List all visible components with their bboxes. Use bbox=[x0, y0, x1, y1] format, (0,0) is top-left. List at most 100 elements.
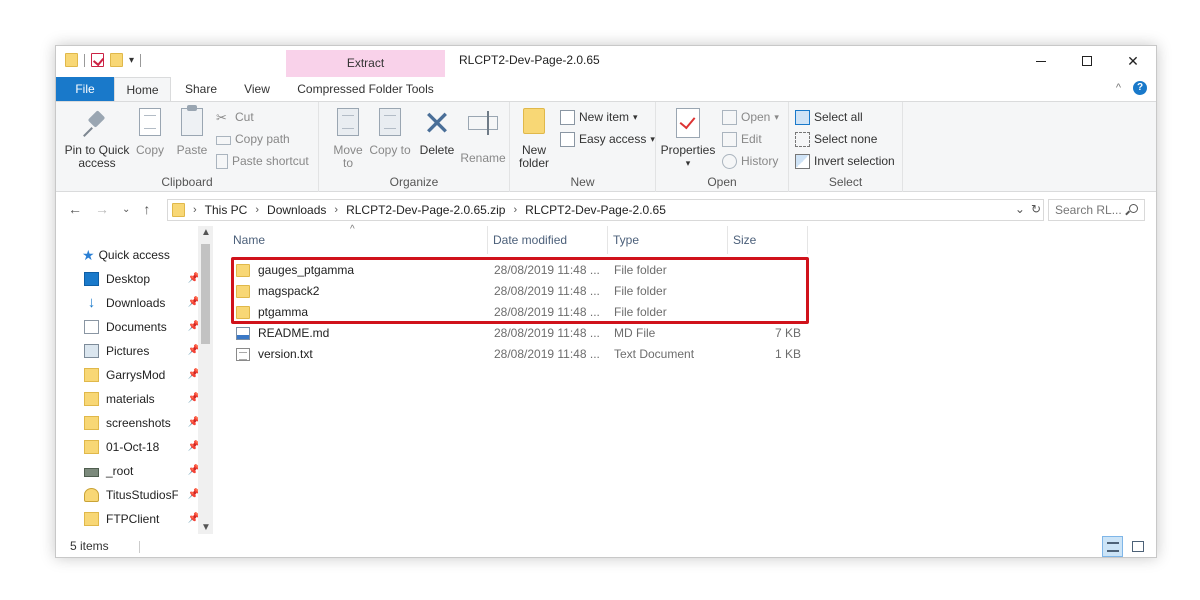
nav-item-screenshots[interactable]: screenshots 📌 bbox=[84, 413, 200, 433]
minimize-button[interactable] bbox=[1018, 46, 1064, 76]
nav-item-desktop[interactable]: Desktop 📌 bbox=[84, 269, 200, 289]
close-button[interactable]: ✕ bbox=[1110, 46, 1156, 76]
nav-item-materials[interactable]: materials 📌 bbox=[84, 389, 200, 409]
file-type: MD File bbox=[614, 326, 656, 340]
nav-item-downloads[interactable]: ↓ Downloads 📌 bbox=[84, 293, 200, 313]
details-view-button[interactable] bbox=[1102, 536, 1123, 557]
nav-item-01-oct-18[interactable]: 01-Oct-18 📌 bbox=[84, 437, 200, 457]
column-header-date[interactable]: Date modified bbox=[488, 226, 608, 254]
paste-shortcut-button[interactable]: Paste shortcut bbox=[216, 151, 309, 171]
text-file-icon bbox=[236, 348, 250, 361]
quick-access-toolbar: ▾ bbox=[65, 53, 142, 67]
tab-compressed-folder-tools[interactable]: Compressed Folder Tools bbox=[286, 77, 445, 101]
nav-item-root[interactable]: _root 📌 bbox=[84, 461, 200, 481]
history-button[interactable]: History bbox=[722, 151, 778, 171]
status-bar: 5 items bbox=[56, 536, 1156, 557]
copy-to-button[interactable]: Copy to bbox=[369, 108, 411, 157]
paste-shortcut-label: Paste shortcut bbox=[232, 154, 309, 168]
new-folder-icon[interactable] bbox=[110, 53, 123, 67]
open-button[interactable]: Open ▾ bbox=[722, 107, 779, 127]
chevron-right-icon[interactable]: › bbox=[193, 204, 197, 216]
breadcrumb-downloads[interactable]: Downloads bbox=[267, 203, 326, 217]
forward-icon[interactable]: → bbox=[95, 201, 109, 217]
nav-item-ftpclient[interactable]: FTPClient 📌 bbox=[84, 509, 200, 529]
breadcrumb-this-pc[interactable]: This PC bbox=[205, 203, 248, 217]
organize-group: Move to Copy to ✕ Delete Rename Organize bbox=[319, 102, 510, 192]
column-header-name[interactable]: Name bbox=[228, 226, 488, 254]
cut-button[interactable]: ✂ Cut bbox=[216, 107, 254, 127]
refresh-icon[interactable]: ↻ bbox=[1031, 202, 1041, 216]
pin-to-quick-access-button[interactable]: Pin to Quick access bbox=[62, 108, 132, 170]
chevron-right-icon[interactable]: › bbox=[513, 204, 517, 216]
nav-item-titusstudios[interactable]: TitusStudiosF 📌 bbox=[84, 485, 200, 505]
tab-home[interactable]: Home bbox=[114, 77, 171, 101]
title-bar: ▾ Extract RLCPT2-Dev-Page-2.0.65 ✕ bbox=[56, 46, 1156, 77]
chevron-down-icon: ▾ bbox=[685, 158, 691, 168]
paste-button[interactable]: Paste bbox=[174, 105, 210, 157]
nav-label: Quick access bbox=[98, 248, 170, 262]
scroll-up-icon[interactable]: ▲ bbox=[201, 227, 211, 238]
file-row[interactable]: ptgamma 28/08/2019 11:48 ... File folder bbox=[228, 302, 808, 323]
chevron-down-icon[interactable]: ▾ bbox=[129, 55, 134, 66]
chevron-right-icon[interactable]: › bbox=[334, 204, 338, 216]
properties-button[interactable]: Properties ▾ bbox=[660, 108, 716, 170]
cut-label: Cut bbox=[235, 110, 254, 124]
address-bar[interactable]: › This PC › Downloads › RLCPT2-Dev-Page-… bbox=[167, 199, 1044, 221]
file-type: File folder bbox=[614, 284, 667, 298]
delete-button[interactable]: ✕ Delete bbox=[417, 107, 457, 157]
select-all-button[interactable]: Select all bbox=[795, 107, 863, 127]
column-header-size[interactable]: Size bbox=[728, 226, 808, 254]
rename-button[interactable]: Rename bbox=[459, 108, 507, 165]
nav-item-garrysmod[interactable]: GarrysMod 📌 bbox=[84, 365, 200, 385]
scrollbar-thumb[interactable] bbox=[201, 244, 210, 344]
recent-locations-icon[interactable]: ⌄ bbox=[122, 204, 130, 215]
ribbon: Pin to Quick access Copy Paste ✂ Cut Cop… bbox=[56, 101, 1156, 192]
breadcrumb-zip[interactable]: RLCPT2-Dev-Page-2.0.65.zip bbox=[346, 203, 505, 217]
file-row[interactable]: version.txt 28/08/2019 11:48 ... Text Do… bbox=[228, 344, 808, 365]
breadcrumb-current[interactable]: RLCPT2-Dev-Page-2.0.65 bbox=[525, 203, 666, 217]
nav-quick-access[interactable]: ★ Quick access bbox=[82, 245, 194, 265]
help-icon[interactable]: ? bbox=[1133, 81, 1147, 95]
nav-item-pictures[interactable]: Pictures 📌 bbox=[84, 341, 200, 361]
search-input[interactable]: Search RL... bbox=[1048, 199, 1145, 221]
large-icons-view-button[interactable] bbox=[1127, 536, 1148, 557]
nav-item-documents[interactable]: Documents 📌 bbox=[84, 317, 200, 337]
up-icon[interactable]: ↑ bbox=[143, 201, 150, 217]
chevron-down-icon[interactable]: ⌄ bbox=[1015, 202, 1025, 216]
copy-path-button[interactable]: Copy path bbox=[216, 129, 290, 149]
edit-button[interactable]: Edit bbox=[722, 129, 762, 149]
file-row[interactable]: gauges_ptgamma 28/08/2019 11:48 ... File… bbox=[228, 260, 808, 281]
tab-share[interactable]: Share bbox=[171, 77, 231, 101]
file-date: 28/08/2019 11:48 ... bbox=[494, 305, 600, 319]
folder-icon bbox=[84, 392, 99, 406]
organize-group-label: Organize bbox=[389, 175, 439, 189]
select-none-button[interactable]: Select none bbox=[795, 129, 877, 149]
copy-button[interactable]: Copy bbox=[132, 108, 168, 157]
scroll-down-icon[interactable]: ▼ bbox=[201, 522, 211, 533]
history-icon bbox=[722, 153, 737, 169]
file-name: magspack2 bbox=[258, 284, 320, 298]
nav-label: Pictures bbox=[106, 344, 150, 358]
invert-selection-button[interactable]: Invert selection bbox=[795, 151, 895, 171]
new-folder-button[interactable]: New folder bbox=[516, 108, 552, 170]
maximize-button[interactable] bbox=[1064, 46, 1110, 76]
file-name: README.md bbox=[258, 326, 330, 340]
properties-icon[interactable] bbox=[91, 53, 104, 67]
nav-label: Downloads bbox=[106, 296, 166, 310]
new-item-button[interactable]: New item ▾ bbox=[560, 107, 638, 127]
nav-scrollbar[interactable]: ▲ ▼ bbox=[198, 226, 213, 534]
tab-file[interactable]: File bbox=[56, 77, 114, 101]
column-header-type[interactable]: Type bbox=[608, 226, 728, 254]
easy-access-button[interactable]: Easy access ▾ bbox=[560, 129, 655, 149]
file-row[interactable]: README.md 28/08/2019 11:48 ... MD File 7… bbox=[228, 323, 808, 344]
back-icon[interactable]: ← bbox=[68, 201, 82, 217]
move-to-button[interactable]: Move to bbox=[327, 108, 369, 170]
chevron-right-icon[interactable]: › bbox=[255, 204, 259, 216]
search-placeholder: Search RL... bbox=[1055, 203, 1122, 217]
desktop-icon bbox=[84, 272, 99, 286]
collapse-ribbon-icon[interactable]: ^ bbox=[1116, 82, 1121, 94]
tab-view[interactable]: View bbox=[231, 77, 283, 101]
select-all-icon bbox=[795, 109, 810, 125]
documents-icon bbox=[84, 320, 99, 334]
file-row[interactable]: magspack2 28/08/2019 11:48 ... File fold… bbox=[228, 281, 808, 302]
